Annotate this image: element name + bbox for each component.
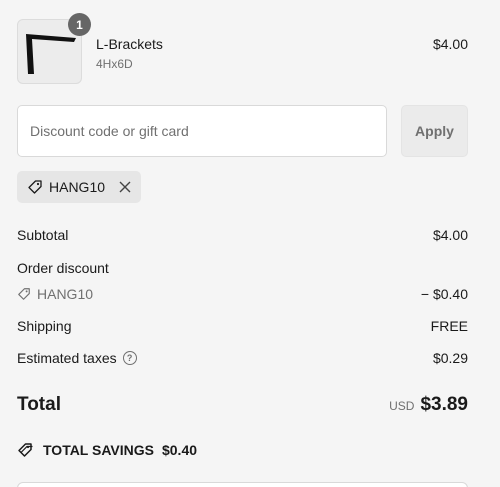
- discount-code-input[interactable]: [17, 105, 387, 157]
- savings-value: $0.40: [161, 442, 198, 458]
- applied-discount-chip: HANG10: [17, 171, 142, 203]
- savings-label: TOTAL SAVINGS: [43, 442, 154, 458]
- discount-code-row: HANG10 − $0.40: [17, 286, 468, 302]
- apply-button[interactable]: Apply: [401, 105, 468, 157]
- l-bracket-image: [26, 34, 76, 74]
- order-discount-label: Order discount: [17, 260, 109, 276]
- taxes-label: Estimated taxes: [17, 350, 117, 366]
- taxes-row: Estimated taxes ? $0.29: [17, 350, 468, 366]
- subtotal-value: $4.00: [432, 227, 468, 243]
- shipping-row: Shipping FREE: [17, 318, 468, 334]
- applied-code-label: HANG10: [49, 179, 106, 195]
- currency-code: USD: [389, 399, 415, 413]
- tag-icon: [18, 288, 30, 300]
- remove-discount-button[interactable]: [119, 181, 131, 193]
- total-label: Total: [17, 394, 61, 415]
- taxes-value: $0.29: [432, 350, 468, 366]
- discount-value: − $0.40: [420, 286, 468, 302]
- total-savings: TOTAL SAVINGS $0.40: [17, 442, 197, 458]
- bottom-card: [17, 482, 468, 487]
- product-name: L-Brackets: [96, 36, 163, 52]
- product-thumbnail: 1: [17, 13, 91, 84]
- total-value: $3.89: [420, 394, 468, 415]
- order-discount-row: Order discount: [17, 260, 468, 276]
- subtotal-row: Subtotal $4.00: [17, 227, 468, 243]
- discount-code-label: HANG10: [37, 286, 94, 302]
- shipping-label: Shipping: [17, 318, 72, 334]
- close-icon: [119, 181, 131, 193]
- savings-tag-icon: [18, 443, 33, 457]
- discount-form: Apply: [17, 105, 468, 157]
- shipping-value: FREE: [430, 318, 468, 334]
- quantity-badge: 1: [68, 13, 91, 36]
- subtotal-label: Subtotal: [17, 227, 69, 243]
- total-row: Total USD $3.89: [17, 394, 468, 416]
- product-variant: 4Hx6D: [96, 57, 133, 71]
- tag-icon: [28, 180, 42, 194]
- cart-line-item: 1 L-Brackets 4Hx6D $4.00: [17, 13, 468, 84]
- product-price: $4.00: [432, 36, 468, 52]
- help-circle-icon[interactable]: ?: [122, 351, 137, 365]
